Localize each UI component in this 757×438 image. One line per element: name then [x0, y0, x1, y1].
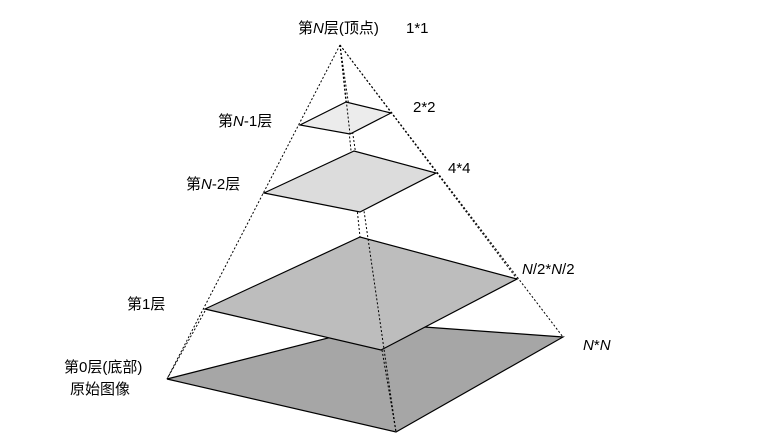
pyramid-diagram: 第N层(顶点) 1*1 第N-1层 2*2 第N-2层 4*4 第1层 N/2*… — [0, 0, 757, 438]
layer-n1-plane — [298, 101, 393, 135]
label-l1-level: 第1层 — [127, 295, 165, 313]
label-n2-size: 4*4 — [448, 160, 471, 177]
label-base-desc: 原始图像 — [70, 381, 130, 398]
label-top-level: 第N层(顶点) — [298, 19, 379, 37]
label-base-size: N*N — [583, 337, 611, 354]
label-l1-size: N/2*N/2 — [522, 261, 575, 278]
label-top-size: 1*1 — [406, 20, 429, 37]
label-n1-size: 2*2 — [413, 99, 436, 116]
layer-n2-plane — [262, 150, 438, 213]
label-n1-level: 第N-1层 — [218, 112, 272, 130]
label-base-level: 第0层(底部) — [64, 358, 142, 376]
label-n2-level: 第N-2层 — [186, 175, 240, 193]
pyramid-svg: 第N层(顶点) 1*1 第N-1层 2*2 第N-2层 4*4 第1层 N/2*… — [64, 19, 611, 433]
